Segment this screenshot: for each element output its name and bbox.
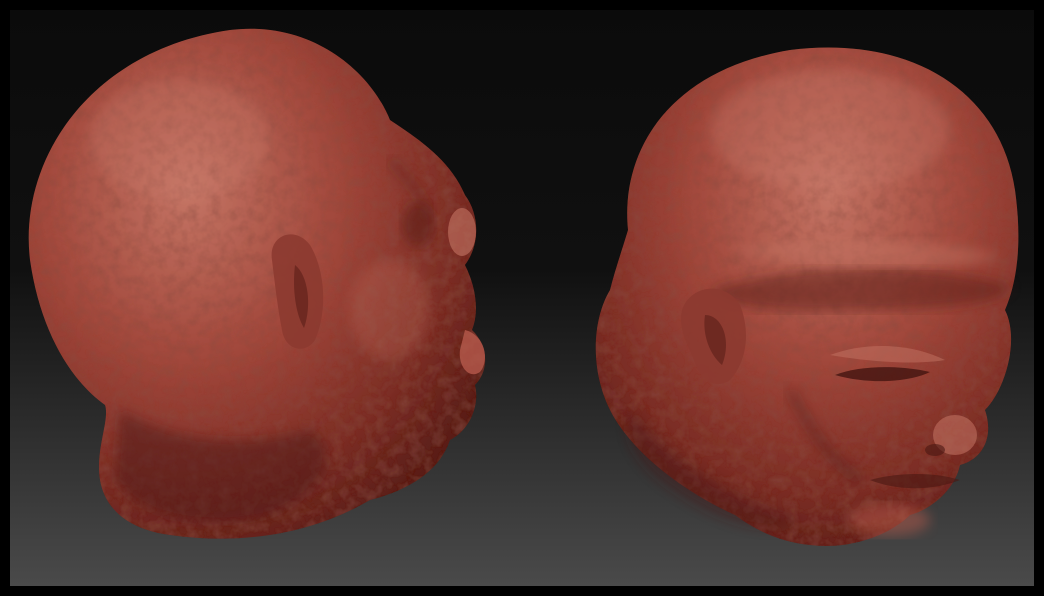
skull-highlight — [90, 80, 270, 200]
lips — [459, 330, 485, 375]
nostril-shadow — [925, 444, 945, 456]
render-canvas — [28, 28, 1019, 546]
nose — [448, 208, 476, 256]
sculpted-head-profile-view — [28, 28, 486, 539]
eye-socket — [402, 203, 434, 247]
render-frame — [0, 0, 1044, 596]
render-viewport — [10, 10, 1034, 586]
chin — [850, 504, 930, 536]
sculpted-head-three-quarter-view — [595, 47, 1019, 546]
skull-highlight — [710, 70, 950, 190]
cheek-highlight — [350, 260, 430, 360]
